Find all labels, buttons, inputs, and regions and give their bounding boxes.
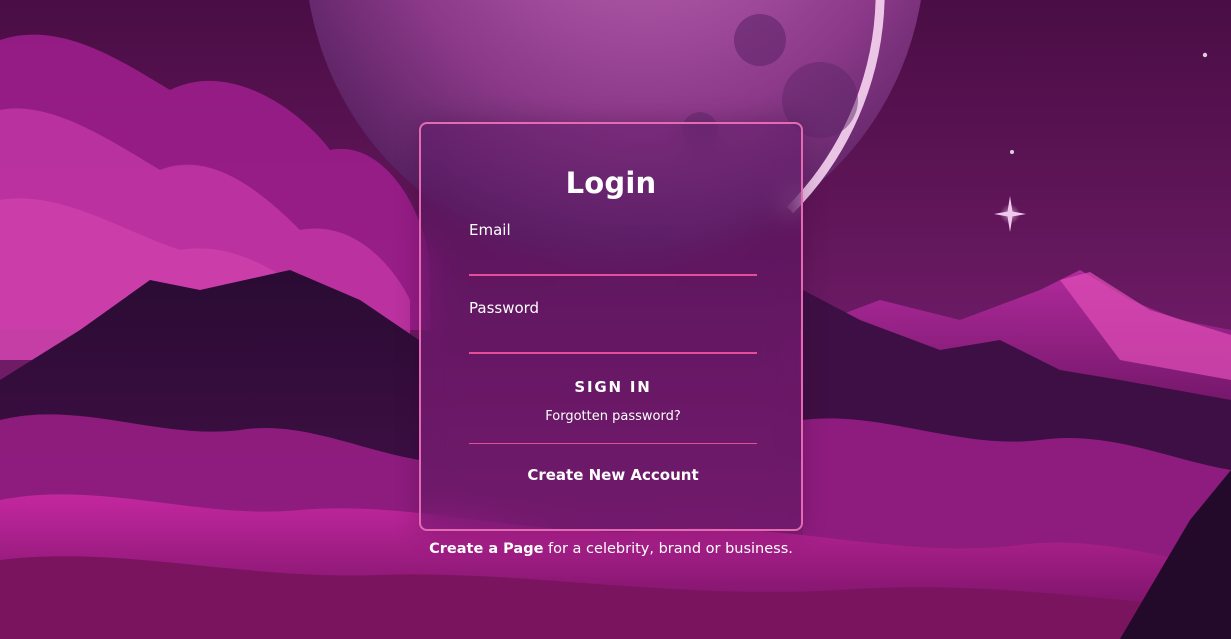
forgot-password-link[interactable]: Forgotten password? <box>469 409 757 424</box>
create-page-link[interactable]: Create a Page <box>429 541 543 557</box>
create-account-button[interactable]: Create New Account <box>469 464 757 486</box>
login-title: Login <box>565 166 657 200</box>
login-card: Login Email Password SIGN IN Forgotten p… <box>419 122 803 531</box>
email-input[interactable] <box>469 248 757 276</box>
footer-text: Create a Page for a celebrity, brand or … <box>419 539 803 559</box>
password-field-group: Password <box>469 298 757 354</box>
sign-in-button[interactable]: SIGN IN <box>469 375 757 399</box>
email-label: Email <box>469 221 511 239</box>
footer-suffix: for a celebrity, brand or business. <box>543 541 793 557</box>
password-input[interactable] <box>469 326 757 354</box>
divider <box>469 443 757 444</box>
email-field-group: Email <box>469 220 757 276</box>
password-label: Password <box>469 299 540 317</box>
